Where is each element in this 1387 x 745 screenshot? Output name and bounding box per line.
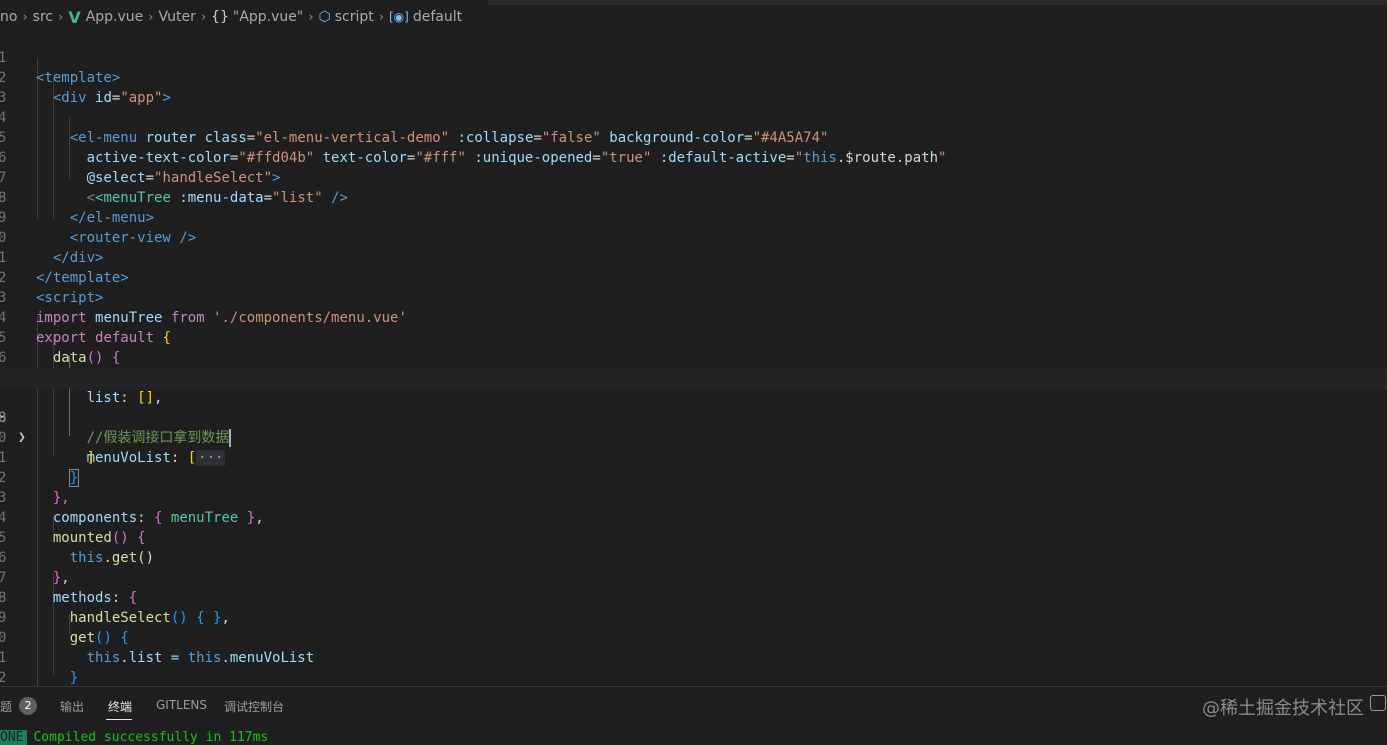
code-line: 9 get() { bbox=[0, 610, 129, 646]
code-line: 8 </el-menu> bbox=[0, 190, 155, 226]
bottom-panel: 题 2 输出 终端 GITLENS 调试控制台 @稀土掘金技术社区 ONE Com… bbox=[0, 687, 1387, 745]
chevron-right-icon: › bbox=[58, 9, 64, 25]
code-line: 0 </div> bbox=[0, 230, 104, 266]
code-line: 7 methods: { bbox=[0, 570, 138, 606]
code-line: 8 handleSelect() { }, bbox=[0, 590, 230, 626]
chevron-right-icon: › bbox=[22, 9, 28, 25]
tab-terminal[interactable]: 终端 bbox=[108, 698, 132, 715]
breadcrumb-item-file[interactable]: V App.vue bbox=[68, 8, 143, 27]
code-line: 3 }, bbox=[0, 668, 1387, 686]
code-line: 2 <script> bbox=[0, 270, 104, 306]
code-line: 2 bbox=[0, 648, 1387, 686]
breadcrumb-item-module[interactable]: {} "App.vue" bbox=[211, 9, 303, 25]
code-line: 7 <<menuTree :menu-data="list" /> bbox=[0, 170, 348, 206]
chevron-right-icon: › bbox=[200, 9, 207, 25]
code-line: 1 } bbox=[0, 450, 80, 487]
tab-problems[interactable]: 题 bbox=[0, 698, 12, 715]
tab-gitlens[interactable]: GITLENS bbox=[156, 698, 207, 712]
code-line: 9 <router-view /> bbox=[0, 210, 197, 246]
code-line: 5 this.get() bbox=[0, 530, 155, 566]
code-line: 0 ] bbox=[0, 430, 96, 466]
code-line: 3 import menuTree from './components/men… bbox=[0, 290, 407, 326]
maximize-panel-icon[interactable] bbox=[1370, 695, 1386, 711]
code-line: 3 bbox=[0, 68, 1387, 106]
code-line: 1 <template> bbox=[0, 50, 121, 86]
breadcrumb-item-folder[interactable]: Vuter bbox=[158, 9, 195, 25]
code-line: 2 <div id="app"> bbox=[0, 70, 171, 106]
code-line: 4 <el-menu router class="el-menu-vertica… bbox=[0, 110, 829, 146]
code-line: 1 </template> bbox=[0, 250, 129, 286]
cube-icon: ⬡ bbox=[318, 9, 331, 25]
breadcrumb-item-root[interactable]: no bbox=[0, 9, 17, 25]
code-line-current: 8 //假装调接口拿到数据 bbox=[0, 368, 1387, 447]
code-line: 4 export default { bbox=[0, 310, 171, 346]
chevron-right-icon: › bbox=[148, 9, 154, 25]
breadcrumb-item-default[interactable]: [◉] default bbox=[389, 9, 462, 25]
code-line: 2 }, bbox=[0, 470, 70, 506]
watermark: @稀土掘金技术社区 bbox=[1202, 698, 1364, 719]
code-line: 7 list: [], bbox=[0, 348, 1387, 406]
horizontal-scrollbar[interactable] bbox=[488, 0, 1387, 5]
problems-count-badge: 2 bbox=[19, 697, 37, 715]
breadcrumb-item-script[interactable]: ⬡ script bbox=[319, 9, 374, 25]
code-line: 3 components: { menuTree }, bbox=[0, 490, 264, 526]
active-tab-indicator bbox=[106, 719, 132, 720]
code-line: 0 this.list = this.menuVoList bbox=[0, 630, 315, 666]
code-line: 4 mounted() { bbox=[0, 510, 146, 546]
code-line: 6 return { bbox=[0, 328, 1387, 387]
chevron-right-icon: › bbox=[308, 9, 314, 25]
code-line: 5 active-text-color="#ffd04b" text-color… bbox=[0, 130, 947, 166]
braces-icon: {} bbox=[211, 9, 229, 25]
field-icon: [◉] bbox=[388, 10, 409, 24]
terminal-output-line: ONE Compiled successfully in 117ms bbox=[0, 730, 268, 745]
vue-icon: V bbox=[68, 7, 81, 27]
breadcrumb-item-src[interactable]: src bbox=[33, 9, 53, 25]
tab-output[interactable]: 输出 bbox=[60, 698, 84, 715]
tab-debug-console[interactable]: 调试控制台 bbox=[224, 698, 284, 715]
code-line: 6 @select="handleSelect"> bbox=[0, 150, 281, 186]
code-line: 1 } bbox=[0, 650, 79, 686]
chevron-right-icon: › bbox=[378, 9, 384, 25]
code-line: 5 data() { bbox=[0, 330, 121, 366]
code-line-folded: 9 ❯ menuVoList: [··· bbox=[0, 410, 226, 466]
code-editor[interactable]: 1 <template> 2 <div id="app"> 3 4 <el-me… bbox=[0, 28, 1387, 686]
code-line: 6 }, bbox=[0, 550, 70, 586]
